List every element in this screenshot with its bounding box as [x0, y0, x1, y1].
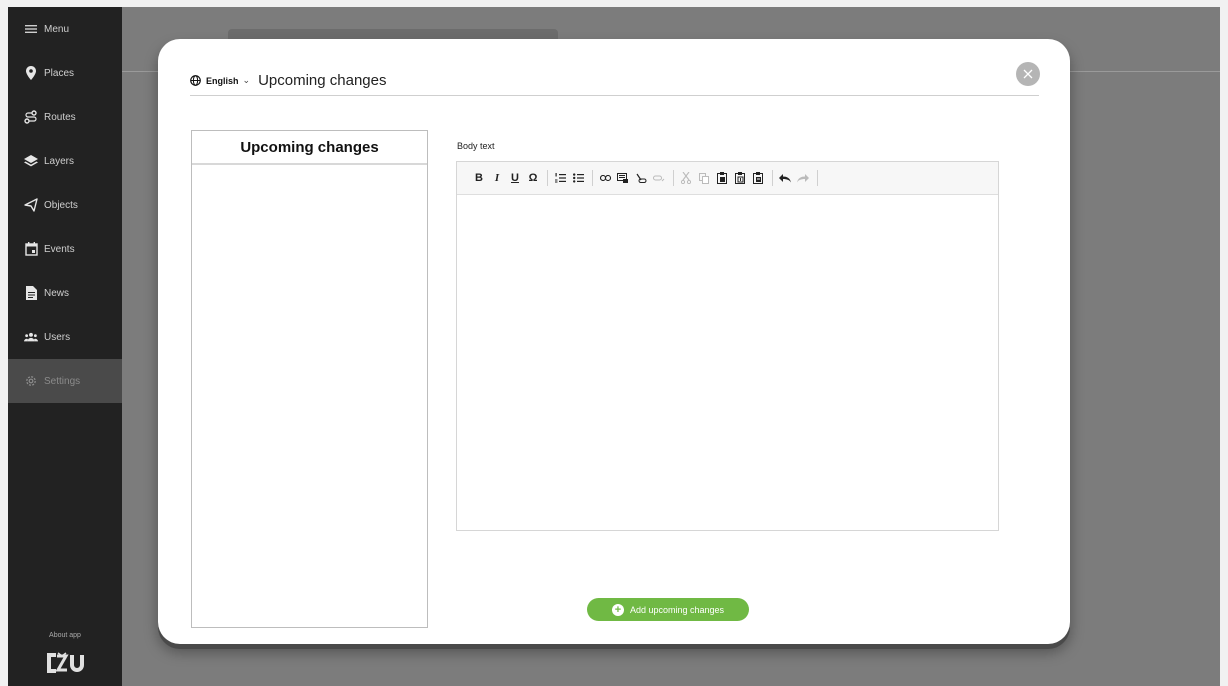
unlink-button[interactable] [633, 170, 649, 186]
menu-icon [24, 22, 38, 36]
link-icon [599, 175, 611, 181]
underline-button[interactable]: U [507, 170, 523, 186]
body-text-label: Body text [457, 141, 495, 151]
sidebar-item-routes[interactable]: Routes [8, 95, 122, 139]
chevron-down-icon: ⌄ [242, 75, 251, 85]
sidebar-item-objects[interactable]: Objects [8, 183, 122, 227]
ordered-list-icon [554, 173, 566, 183]
copy-button[interactable] [696, 170, 712, 186]
users-icon [24, 330, 38, 344]
upcoming-changes-modal: English ⌄ Upcoming changes Upcoming chan… [158, 39, 1070, 644]
close-button[interactable] [1016, 62, 1040, 86]
sidebar-item-label: Layers [44, 155, 75, 167]
paste-word-button[interactable] [750, 170, 766, 186]
layers-icon [24, 154, 38, 168]
ordered-list-button[interactable] [552, 170, 568, 186]
document-icon [24, 286, 38, 300]
cut-button[interactable] [678, 170, 694, 186]
undo-icon [779, 173, 791, 182]
bold-button[interactable]: B [471, 170, 487, 186]
sidebar-item-menu[interactable]: Menu [8, 7, 122, 51]
changes-list-panel: Upcoming changes [191, 130, 428, 628]
redo-button[interactable] [795, 170, 811, 186]
sidebar-item-label: News [44, 287, 70, 299]
image-button[interactable] [615, 170, 631, 186]
calendar-icon [24, 242, 38, 256]
scissors-icon [681, 172, 691, 184]
paste-button[interactable] [714, 170, 730, 186]
sidebar-item-label: Menu [44, 23, 70, 35]
gear-icon [24, 374, 38, 388]
globe-icon [190, 75, 201, 86]
bullet-list-button[interactable] [570, 170, 586, 186]
paste-icon [717, 172, 727, 184]
link-button[interactable] [597, 170, 613, 186]
changes-list-heading: Upcoming changes [192, 131, 427, 165]
anchor-button[interactable] [651, 170, 667, 186]
copy-icon [699, 172, 709, 184]
sidebar-item-settings[interactable]: Settings [8, 359, 122, 403]
modal-header: English ⌄ Upcoming changes [190, 66, 1039, 96]
sidebar-item-label: Settings [44, 375, 81, 387]
toolbar-separator [592, 170, 593, 186]
sidebar-item-users[interactable]: Users [8, 315, 122, 359]
czu-logo [44, 648, 86, 678]
map-pin-icon [24, 66, 38, 80]
unlink-icon [636, 173, 647, 183]
editor-toolbar: B I U Ω [457, 162, 998, 195]
special-char-button[interactable]: Ω [525, 170, 541, 186]
toolbar-separator [817, 170, 818, 186]
language-selector[interactable]: English ⌄ [190, 75, 250, 86]
undo-button[interactable] [777, 170, 793, 186]
add-upcoming-changes-button[interactable]: + Add upcoming changes [587, 598, 749, 621]
paste-word-icon [753, 172, 763, 184]
plus-circle-icon: + [611, 603, 624, 616]
screenshot-frame: Menu Places Routes Layers Objects Events… [0, 0, 1228, 686]
rich-text-editor: B I U Ω [456, 161, 999, 531]
route-icon [24, 110, 38, 124]
sidebar-item-label: Places [44, 67, 75, 79]
language-label: English [206, 75, 239, 86]
sidebar-item-events[interactable]: Events [8, 227, 122, 271]
toolbar-separator [673, 170, 674, 186]
sidebar-item-layers[interactable]: Layers [8, 139, 122, 183]
sidebar-item-label: Routes [44, 111, 76, 123]
about-app-link[interactable]: About app [8, 632, 122, 639]
image-icon [617, 172, 628, 183]
italic-button[interactable]: I [489, 170, 505, 186]
toolbar-separator [772, 170, 773, 186]
modal-title: Upcoming changes [258, 72, 387, 89]
sidebar-item-label: Events [44, 243, 75, 255]
close-icon [1023, 69, 1033, 79]
body-text-editor-area[interactable] [457, 196, 998, 530]
paste-text-button[interactable] [732, 170, 748, 186]
sidebar-item-news[interactable]: News [8, 271, 122, 315]
sidebar-item-places[interactable]: Places [8, 51, 122, 95]
sidebar-item-label: Objects [44, 199, 78, 211]
anchor-icon [653, 175, 665, 182]
objects-icon [24, 198, 38, 212]
bullet-list-icon [572, 173, 584, 183]
sidebar: Menu Places Routes Layers Objects Events… [8, 7, 122, 686]
paste-text-icon [735, 172, 745, 184]
redo-icon [797, 173, 809, 182]
add-button-label: Add upcoming changes [629, 604, 725, 615]
toolbar-separator [547, 170, 548, 186]
sidebar-item-label: Users [44, 331, 71, 343]
